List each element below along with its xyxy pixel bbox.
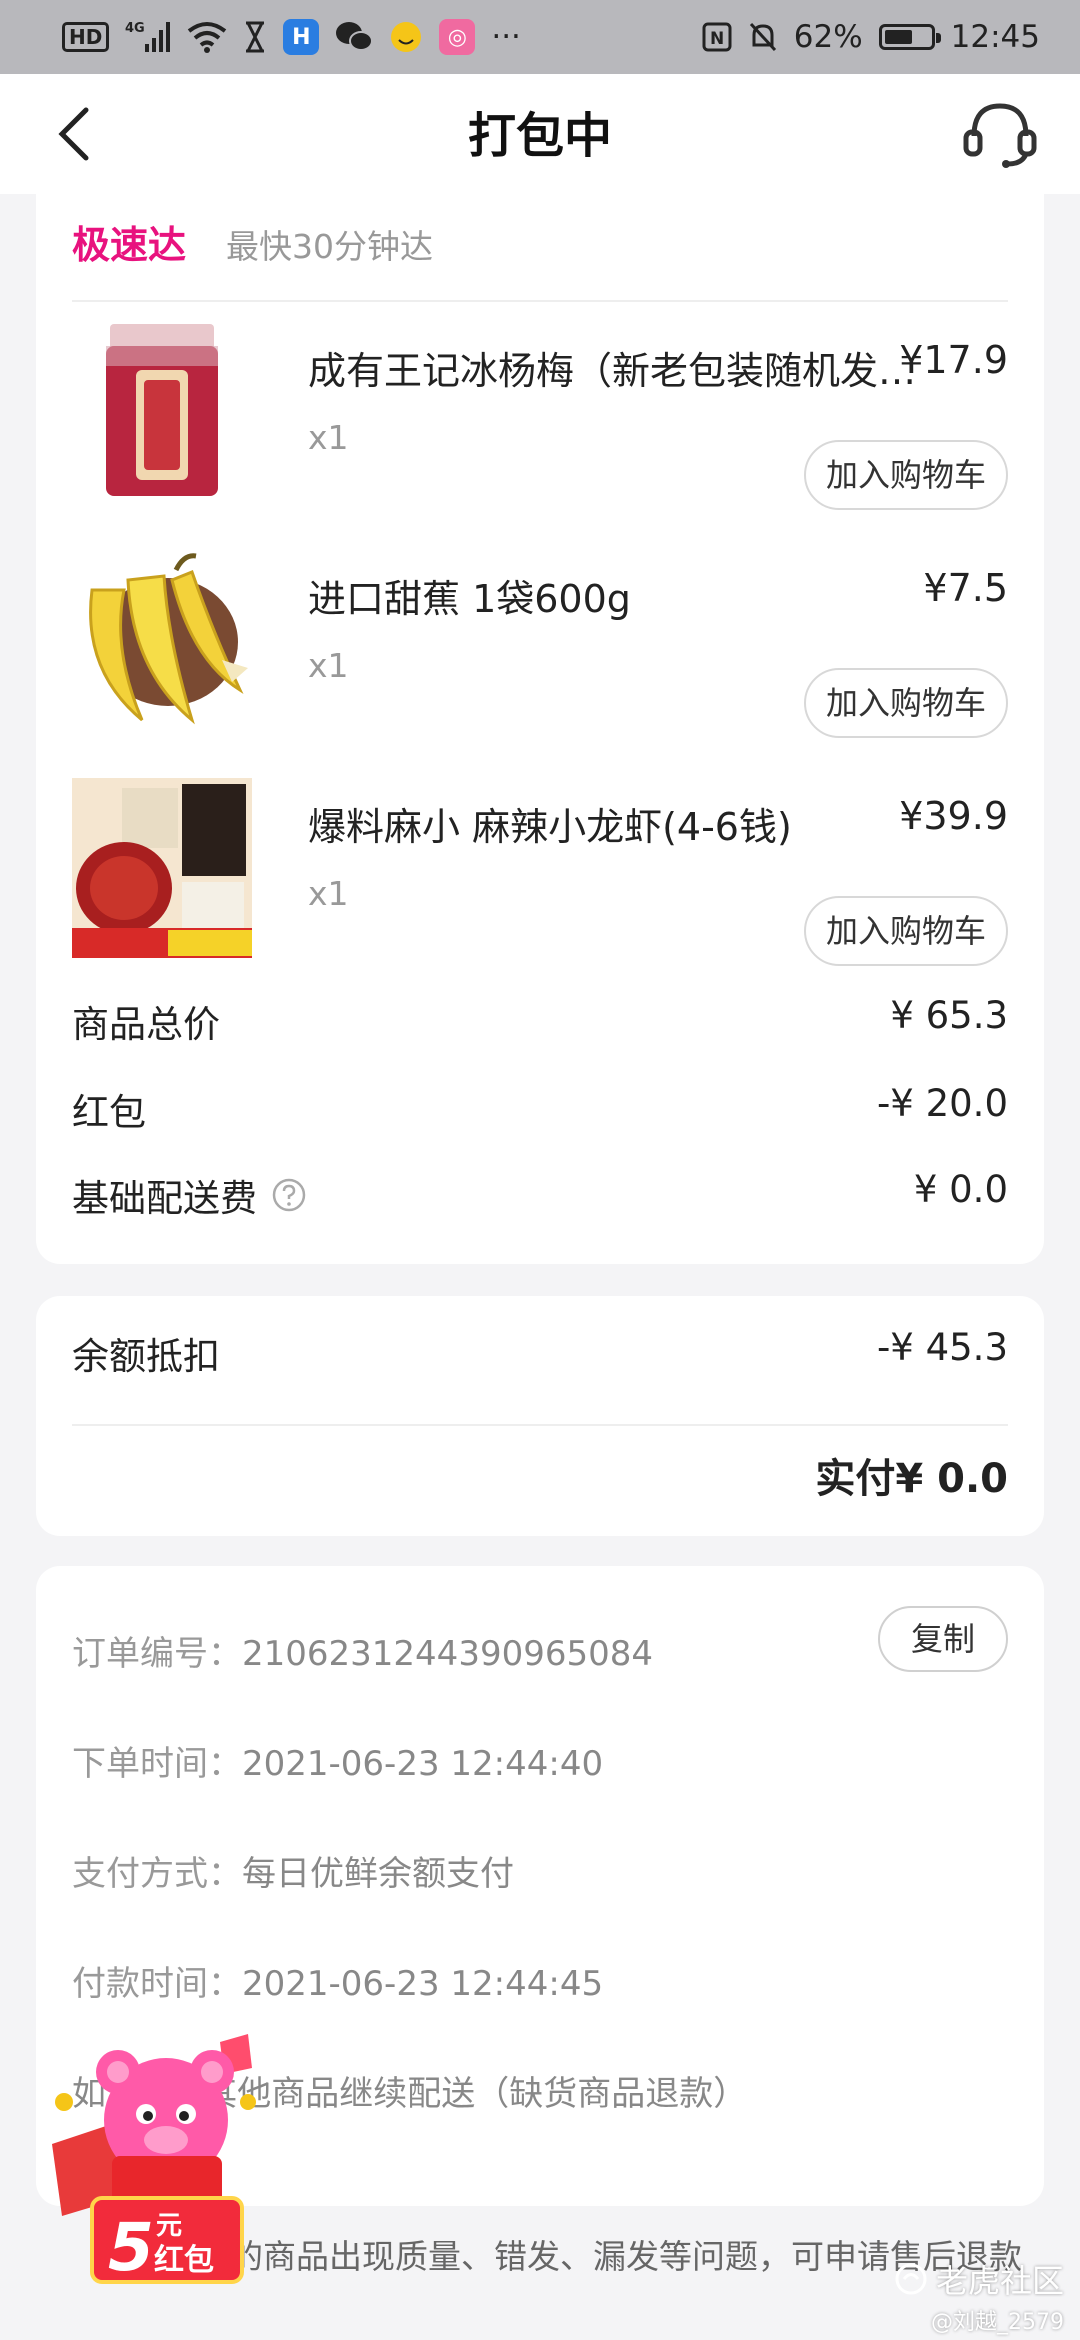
balance-deduction-value: -¥ 45.3 xyxy=(876,1326,1008,1369)
order-items-card: 极速达 最快30分钟达 成有王记冰杨梅（新老包装随机发货） ¥17.9 x1 加… xyxy=(36,194,1044,1264)
product-image-bayberry[interactable] xyxy=(72,322,252,502)
delivery-time-desc: 最快30分钟达 xyxy=(226,227,434,266)
status-bar-left: HD 4G H ◎ ··· xyxy=(62,19,521,55)
battery-fill xyxy=(884,30,912,44)
bear-mascot-icon: 5 元 红包 xyxy=(52,2034,256,2286)
more-notifications-icon: ··· xyxy=(491,19,521,55)
battery-percent: 62% xyxy=(793,19,863,55)
tiger-logo-icon xyxy=(895,2263,927,2295)
product-price: ¥7.5 xyxy=(923,566,1008,610)
order-number-label: 订单编号： xyxy=(72,1634,242,1674)
goods-total-row: 商品总价 ¥ 65.3 xyxy=(72,994,1008,1054)
goods-total-label: 商品总价 xyxy=(72,1003,220,1046)
actual-paid-total: 实付¥ 0.0 xyxy=(815,1456,1008,1502)
payment-time-value: 2021-06-23 12:44:45 xyxy=(242,1964,604,2004)
nfc-glyph: N xyxy=(710,29,724,49)
watermark-user: @刘越_2579 xyxy=(931,2310,1064,2335)
add-to-cart-button[interactable]: 加入购物车 xyxy=(804,668,1008,738)
delivery-fee-value: ¥ 0.0 xyxy=(913,1168,1008,1211)
delivery-fee-row: 基础配送费 ¥ 0.0 xyxy=(72,1168,1008,1228)
order-number-value: 2106231244390965084 xyxy=(242,1634,654,1674)
product-quantity: x1 xyxy=(308,418,349,457)
shopping-app-icon: ◎ xyxy=(439,19,476,55)
clock-time: 12:45 xyxy=(950,19,1040,55)
product-image-banana[interactable] xyxy=(72,550,252,730)
order-time-label: 下单时间： xyxy=(72,1744,242,1784)
product-price: ¥39.9 xyxy=(899,794,1008,838)
product-price: ¥17.9 xyxy=(899,338,1008,382)
balance-deduction-row: 余额抵扣 -¥ 45.3 xyxy=(72,1326,1008,1386)
order-time-value: 2021-06-23 12:44:40 xyxy=(242,1744,604,1784)
red-packet-label: 红包 xyxy=(72,1091,146,1134)
product-item[interactable]: 进口甜蕉 1袋600g ¥7.5 x1 加入购物车 xyxy=(72,550,1008,750)
goods-total-value: ¥ 65.3 xyxy=(890,994,1008,1037)
mute-bell-icon xyxy=(748,21,778,53)
network-type-label: 4G xyxy=(125,21,145,36)
express-delivery-tag: 极速达 xyxy=(72,223,187,267)
cellular-signal-icon: 4G xyxy=(125,20,171,54)
delivery-type-row: 极速达 最快30分钟达 xyxy=(72,214,433,284)
divider xyxy=(72,1424,1008,1426)
order-time-row: 下单时间：2021-06-23 12:44:40 xyxy=(72,1736,1008,1796)
status-bar-right: N 62% 12:45 xyxy=(702,19,1040,55)
delivery-fee-label: 基础配送费 xyxy=(72,1177,257,1220)
divider xyxy=(72,300,1008,302)
emoji-app-icon xyxy=(389,20,423,54)
headset-icon xyxy=(963,103,1037,168)
red-packet-value: -¥ 20.0 xyxy=(876,1082,1008,1125)
add-to-cart-button[interactable]: 加入购物车 xyxy=(804,896,1008,966)
payment-method-value: 每日优鲜余额支付 xyxy=(242,1854,514,1894)
product-name: 成有王记冰杨梅（新老包装随机发货） xyxy=(308,349,928,393)
copy-order-number-button[interactable]: 复制 xyxy=(878,1606,1008,1672)
product-name: 进口甜蕉 1袋600g xyxy=(308,577,631,621)
wifi-icon xyxy=(187,21,227,53)
payment-card: 余额抵扣 -¥ 45.3 实付¥ 0.0 xyxy=(36,1296,1044,1536)
product-item[interactable]: 成有王记冰杨梅（新老包装随机发货） ¥17.9 x1 加入购物车 xyxy=(72,322,1008,522)
payment-time-label: 付款时间： xyxy=(72,1964,242,2004)
payment-method-label: 支付方式： xyxy=(72,1854,242,1894)
watermark: 老虎社区 xyxy=(894,2256,1064,2302)
hd-icon: HD xyxy=(62,22,110,52)
status-bar: HD 4G H ◎ ··· N 62% 12:45 xyxy=(0,0,1080,74)
delivery-fee-label-group: 基础配送费 xyxy=(72,1168,307,1222)
wechat-icon xyxy=(335,20,374,54)
payment-time-row: 付款时间：2021-06-23 12:44:45 xyxy=(72,1956,1008,2016)
nfc-icon: N xyxy=(702,22,732,52)
balance-deduction-label: 余额抵扣 xyxy=(72,1335,220,1378)
product-name: 爆料麻小 麻辣小龙虾(4-6钱) xyxy=(308,805,792,849)
battery-icon xyxy=(878,24,941,50)
watermark-text: 老虎社区 xyxy=(935,2262,1064,2300)
payment-method-row: 支付方式：每日优鲜余额支付 xyxy=(72,1846,1008,1906)
question-help-icon[interactable] xyxy=(271,1177,307,1213)
red-packet-row: 红包 -¥ 20.0 xyxy=(72,1082,1008,1142)
page-header: 打包中 xyxy=(0,74,1080,194)
promo-unit: 元 xyxy=(156,2211,182,2241)
promo-label: 红包 xyxy=(154,2243,214,2278)
red-packet-promo[interactable]: 5 元 红包 xyxy=(52,2028,282,2288)
order-number-row: 订单编号：2106231244390965084 复制 xyxy=(72,1606,1008,1686)
product-image-crayfish[interactable] xyxy=(72,778,252,958)
hourglass-icon xyxy=(243,21,267,53)
page-title: 打包中 xyxy=(467,108,612,164)
product-item[interactable]: 爆料麻小 麻辣小龙虾(4-6钱) ¥39.9 x1 加入购物车 xyxy=(72,778,1008,978)
add-to-cart-button[interactable]: 加入购物车 xyxy=(804,440,1008,510)
product-quantity: x1 xyxy=(308,874,349,913)
promo-amount: 5 xyxy=(108,2209,154,2286)
app-notification-icon: H xyxy=(283,19,320,55)
customer-service-button[interactable] xyxy=(960,100,1040,170)
product-quantity: x1 xyxy=(308,646,349,685)
